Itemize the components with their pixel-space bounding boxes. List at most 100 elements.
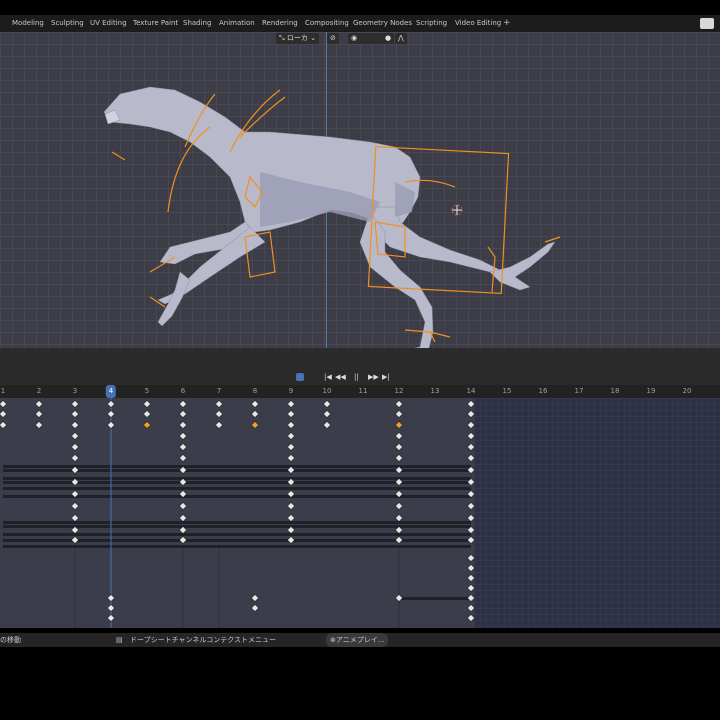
frame-number: 11 [358,387,368,395]
hold-bar [3,545,471,548]
keyframe-diamond [467,564,475,572]
keyframe-diamond [395,514,403,522]
jump-back-button[interactable]: ◀◀ [335,373,346,382]
keyframe-diamond [71,400,79,408]
pause-button[interactable]: || [354,373,359,382]
keyframe-diamond [467,432,475,440]
keyframe-diamond [215,410,223,418]
keyframe-diamond [287,536,295,544]
keyframe-diamond [467,604,475,612]
viewport-bottom-strip [0,348,720,370]
keyframe-diamond [287,443,295,451]
keyframe-diamond [0,410,7,418]
keyframe-diamond [287,454,295,462]
tab-video-editing[interactable]: Video Editing [455,15,501,32]
tab-shading[interactable]: Shading [183,15,211,32]
keyframe-diamond [179,410,187,418]
status-right-pill[interactable]: ⊗アニメプレイ... [326,633,389,647]
keyframe-diamond [0,421,7,429]
keyframe-diamond [71,432,79,440]
jump-forward-button[interactable]: ▶▶ [368,373,379,382]
frame-number: 6 [180,387,186,395]
running-dog-model[interactable] [0,32,720,370]
tab-sculpting[interactable]: Sculpting [51,15,84,32]
tab-uv-editing[interactable]: UV Editing [90,15,127,32]
keyframe-canvas[interactable] [0,398,720,628]
bone-jaw [111,151,126,161]
keyframe-diamond [287,410,295,418]
workspace-tab-bar: Modeling Sculpting UV Editing Texture Pa… [0,15,720,32]
keyframe-diamond [179,502,187,510]
keyframe-diamond [215,400,223,408]
keyframe-diamond [323,400,331,408]
keyframe-diamond [467,574,475,582]
keyframe-diamond [179,400,187,408]
keyframe-diamond [71,443,79,451]
keyframe-diamond [467,443,475,451]
keyframe-diamond [395,594,403,602]
keyframe-diamond [395,443,403,451]
keying-dropdown[interactable] [296,373,316,382]
3d-viewport[interactable]: ⤡ ローカ ⌄ ⊘ ◉ ● ⋀ [0,32,720,370]
keyframe-diamond [143,410,151,418]
keyframe-diamond [395,410,403,418]
status-middle-text: ドープシートチャンネルコンテクストメニュー [130,636,277,644]
keyframe-diamond [251,604,259,612]
hold-bar [399,597,471,600]
frame-number: 9 [288,387,294,395]
current-frame-indicator[interactable]: 4 [105,385,117,398]
keyframe-diamond [179,432,187,440]
keyframe-diamond [287,502,295,510]
dopesheet-header: |◀ ◀◀ || ▶▶ ▶| [0,370,720,385]
keyframe-diamond [467,421,475,429]
keyframe-diamond [467,400,475,408]
frame-ruler[interactable]: 1 2 3 4 5 6 7 8 9 10 11 12 13 14 15 16 1… [0,385,720,398]
bone-tail [544,236,561,243]
tab-animation[interactable]: Animation [219,15,255,32]
keyframe-diamond [467,514,475,522]
jump-start-button[interactable]: |◀ [324,373,332,382]
3d-cursor-icon [451,204,463,216]
tab-scripting[interactable]: Scripting [416,15,447,32]
keyframe-diamond [467,584,475,592]
frame-number: 14 [466,387,476,395]
jump-end-button[interactable]: ▶| [382,373,390,382]
scene-icon[interactable] [700,18,714,29]
keyframe-diamond [395,432,403,440]
tab-rendering[interactable]: Rendering [262,15,298,32]
keyframe-diamond [287,421,295,429]
tab-compositing[interactable]: Compositing [305,15,349,32]
keyframe-diamond [467,614,475,622]
keyframe-diamond [251,400,259,408]
keyframe-diamond [71,410,79,418]
keyframe-diamond [71,454,79,462]
bone-spine-arc-2 [239,96,286,138]
keyframe-diamond [251,410,259,418]
status-bar: の移動 ▤ ドープシートチャンネルコンテクストメニュー ⊗アニメプレイ... [0,633,720,647]
keyframe-diamond [107,400,115,408]
keyframe-diamond [143,421,151,429]
keyframe-diamond [179,421,187,429]
keyframe-diamond [71,536,79,544]
add-workspace-button[interactable]: + [503,15,511,32]
keyframe-diamond [323,410,331,418]
tab-texture-paint[interactable]: Texture Paint [133,15,178,32]
frame-number: 7 [216,387,222,395]
keyframe-diamond [467,454,475,462]
keyframe-diamond [35,421,43,429]
keyframe-diamond [467,502,475,510]
frame-number: 1 [0,387,6,395]
keyframe-diamond [179,514,187,522]
dopesheet-keyframe-area[interactable] [0,398,720,628]
frame-number: 12 [394,387,404,395]
tab-modeling[interactable]: Modeling [12,15,44,32]
keyframe-diamond [107,421,115,429]
keyframe-diamond [395,400,403,408]
keyframe-diamond [0,400,7,408]
keyframe-diamond [71,502,79,510]
keyframe-diamond [71,421,79,429]
tab-geometry-nodes[interactable]: Geometry Nodes [353,15,412,32]
frame-number: 15 [502,387,512,395]
hold-bar [3,521,471,524]
keyframe-diamond [287,514,295,522]
